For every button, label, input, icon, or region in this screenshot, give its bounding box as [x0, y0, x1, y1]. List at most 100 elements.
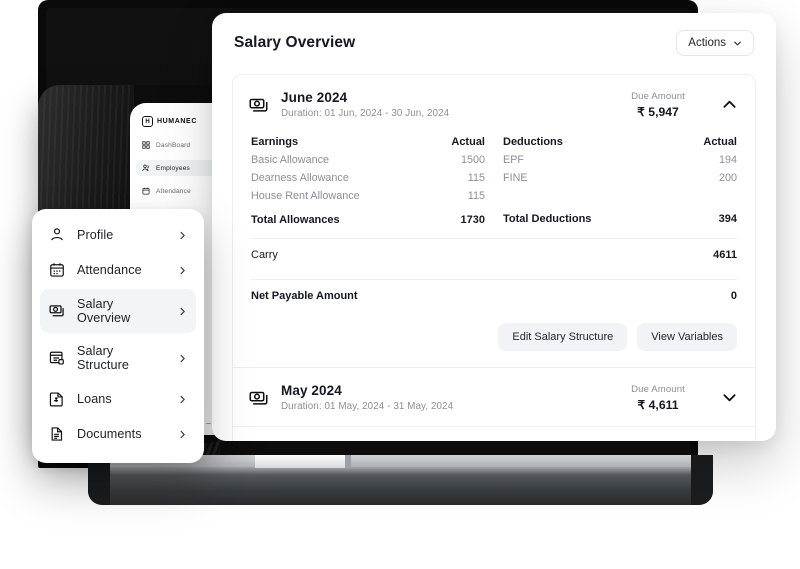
tablet-nav-label: Attendance — [156, 187, 191, 195]
period-header[interactable]: May 2024 Duration: 01 May, 2024 - 31 May… — [233, 368, 755, 426]
deductions-actual: 200 — [718, 172, 737, 184]
document-icon — [51, 427, 63, 441]
chevron-right-icon — [180, 395, 185, 403]
salary-period-june: June 2024 Duration: 01 Jun, 2024 - 30 Ju… — [233, 75, 755, 368]
menu-item-loans[interactable]: Loans — [40, 383, 196, 415]
due-amount-label: Due Amount — [631, 383, 685, 395]
net-payable-value: 0 — [730, 290, 737, 302]
due-amount-value: ₹ 4,611 — [637, 397, 679, 412]
total-deductions-row: Total Deductions 394 — [503, 210, 737, 228]
total-deductions-value: 394 — [718, 213, 737, 225]
people-icon — [142, 164, 149, 172]
chevron-up-icon[interactable] — [722, 97, 737, 112]
tablet-nav-item-attendance[interactable]: Attendance — [136, 183, 218, 199]
net-payable-row: Net Payable Amount 0 — [251, 280, 737, 311]
period-details: Earnings Actual Basic Allowance 1500 Dea… — [233, 133, 755, 367]
period-duration: Duration: 01 May, 2024 - 31 May, 2024 — [281, 401, 454, 412]
due-amount-label: Due Amount — [631, 90, 685, 102]
laptop-foot-right — [691, 455, 713, 505]
grid-icon — [142, 141, 150, 149]
total-deductions-label: Total Deductions — [503, 213, 592, 225]
deductions-name: EPF — [503, 154, 524, 166]
earnings-column: Earnings Actual Basic Allowance 1500 Dea… — [251, 133, 503, 229]
menu-item-attendance[interactable]: Attendance — [40, 254, 196, 286]
salary-structure-icon — [49, 351, 64, 365]
calendar-icon — [142, 187, 150, 195]
chevron-right-icon — [180, 430, 185, 438]
salary-overview-card: Salary Overview Actions June 2024 Durati… — [212, 13, 776, 441]
earnings-deductions-columns: Earnings Actual Basic Allowance 1500 Dea… — [251, 133, 737, 229]
cash-icon — [249, 391, 268, 405]
humanec-logo-icon: H — [142, 116, 153, 127]
salary-period-january: January 2024 Duration: 01 Jan, 2024 - 31… — [233, 427, 755, 441]
card-header: Salary Overview Actions — [212, 13, 776, 56]
earnings-actual: 1500 — [460, 154, 485, 166]
menu-item-salary-structure[interactable]: Salary Structure — [40, 336, 196, 380]
deductions-header-actual: Actual — [703, 136, 737, 148]
deductions-spacer — [503, 187, 737, 204]
menu-item-salary-overview[interactable]: Salary Overview — [40, 289, 196, 333]
chevron-right-icon — [180, 266, 185, 274]
period-header[interactable]: January 2024 Duration: 01 Jan, 2024 - 31… — [233, 427, 755, 441]
brand-name: HUMANEC — [157, 118, 197, 125]
carry-value: 4611 — [713, 249, 737, 261]
menu-item-label: Profile — [77, 228, 114, 242]
earnings-row: Dearness Allowance 115 — [251, 169, 485, 187]
menu-item-label: Attendance — [77, 263, 142, 277]
chevron-down-icon[interactable] — [722, 390, 737, 405]
carry-row: Carry 4611 — [251, 239, 737, 270]
actions-button[interactable]: Actions — [676, 30, 754, 56]
menu-item-profile[interactable]: Profile — [40, 219, 196, 251]
tablet-nav-item-dashboard[interactable]: DashBoard — [136, 137, 218, 153]
tablet-nav-label: DashBoard — [156, 141, 191, 149]
deductions-header-label: Deductions — [503, 136, 563, 148]
total-allowances-row: Total Allowances 1730 — [251, 211, 485, 229]
cash-icon — [249, 98, 268, 112]
tablet-nav-label: Employees — [156, 164, 190, 172]
earnings-header-actual: Actual — [451, 136, 485, 148]
deductions-row: FINE 200 — [503, 169, 737, 187]
deductions-name: FINE — [503, 172, 528, 184]
screenshot-stage: H HUMANEC DashBoard Employees Attendance — [0, 0, 800, 569]
carry-label: Carry — [251, 249, 278, 261]
net-payable-label: Net Payable Amount — [251, 290, 358, 302]
laptop-notch-divider — [345, 455, 351, 468]
total-allowances-value: 1730 — [460, 214, 485, 226]
deductions-header-row: Deductions Actual — [503, 133, 737, 151]
loan-icon — [49, 392, 63, 407]
due-amount-value: ₹ 5,947 — [637, 104, 679, 119]
cash-icon — [49, 305, 64, 317]
earnings-name: Dearness Allowance — [251, 172, 349, 184]
menu-item-label: Salary Structure — [77, 344, 129, 372]
menu-item-documents[interactable]: Documents — [40, 418, 196, 450]
edit-salary-structure-button[interactable]: Edit Salary Structure — [498, 323, 628, 351]
menu-item-label: Loans — [77, 392, 112, 406]
period-titles: June 2024 Duration: 01 Jun, 2024 - 30 Ju… — [281, 90, 612, 119]
calendar-icon — [50, 263, 64, 277]
earnings-header-label: Earnings — [251, 136, 299, 148]
earnings-header-row: Earnings Actual — [251, 133, 485, 151]
due-amount-block: Due Amount ₹ 5,947 — [612, 91, 704, 119]
view-variables-button[interactable]: View Variables — [637, 323, 737, 351]
earnings-name: Basic Allowance — [251, 154, 330, 166]
salary-period-may: May 2024 Duration: 01 May, 2024 - 31 May… — [233, 368, 755, 427]
earnings-actual: 115 — [467, 172, 485, 184]
chevron-right-icon — [180, 307, 185, 315]
total-allowances-label: Total Allowances — [251, 214, 340, 226]
chevron-right-icon — [180, 354, 185, 362]
floating-menu: Profile Attendance Salary Overview Salar… — [32, 209, 204, 463]
chevron-right-icon — [180, 231, 185, 239]
tablet-brand: H HUMANEC — [130, 103, 224, 127]
deductions-actual: 194 — [718, 154, 737, 166]
tablet-nav-item-employees[interactable]: Employees — [136, 160, 218, 176]
laptop-trackpad-notch — [255, 455, 351, 468]
earnings-row: House Rent Allowance 115 — [251, 187, 485, 205]
user-icon — [51, 228, 63, 241]
more-icon[interactable] — [205, 420, 212, 427]
period-header[interactable]: June 2024 Duration: 01 Jun, 2024 - 30 Ju… — [233, 75, 755, 133]
menu-item-label: Documents — [77, 427, 142, 441]
earnings-actual: 115 — [467, 190, 485, 202]
period-title: June 2024 — [281, 90, 348, 105]
due-amount-block: Due Amount ₹ 4,611 — [612, 384, 704, 412]
actions-button-label: Actions — [688, 37, 726, 49]
